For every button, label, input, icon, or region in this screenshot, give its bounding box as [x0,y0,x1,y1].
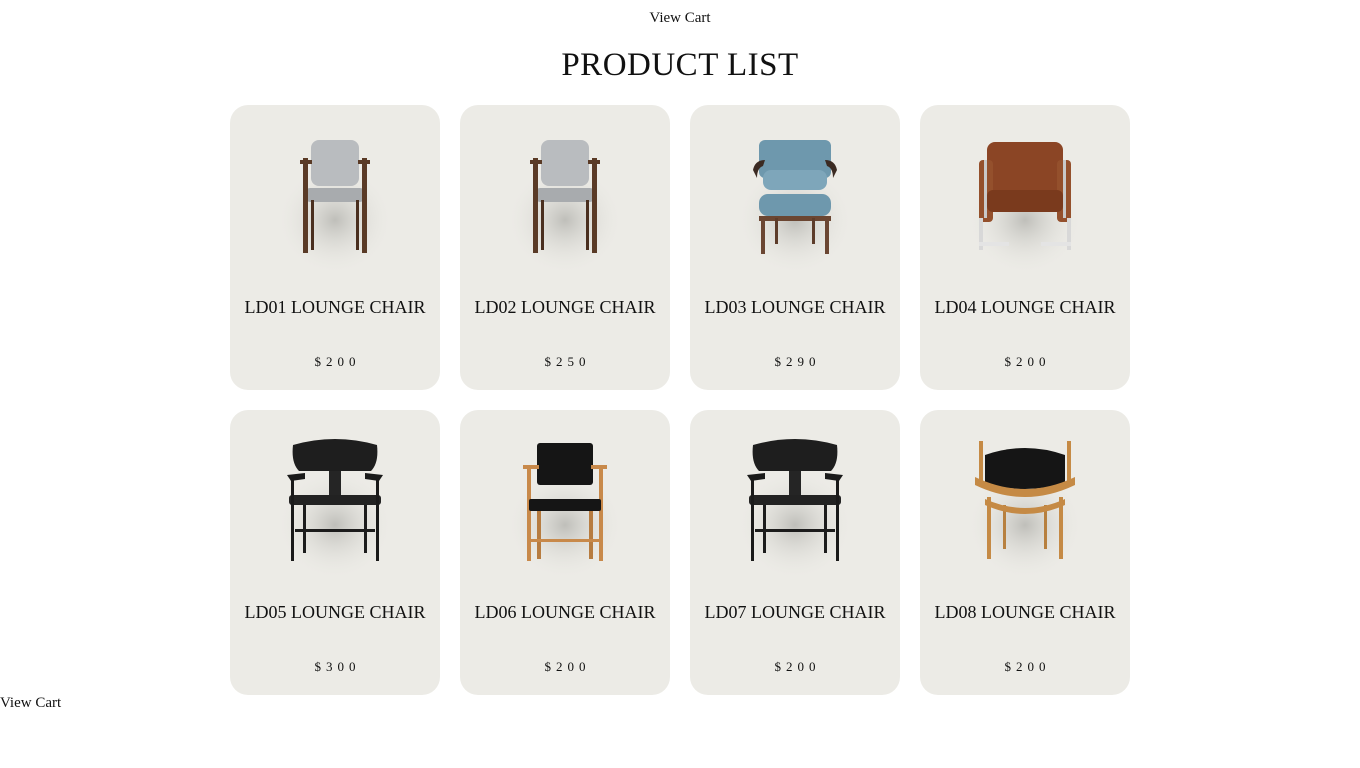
black-wood-chair-icon [275,435,395,575]
blue-lounge-chair-icon [735,130,855,270]
product-card[interactable]: LD07 LOUNGE CHAIR $200 [690,410,900,695]
black-wood-chair-icon [735,435,855,575]
product-price: $300 [314,659,361,674]
product-price: $200 [774,659,821,674]
product-name: LD08 LOUNGE CHAIR [934,602,1116,622]
product-card[interactable]: LD05 LOUNGE CHAIR $300 [230,410,440,695]
product-grid: LD01 LOUNGE CHAIR $200 LD02 LOUNGE CHAIR… [230,105,1130,695]
product-price: $200 [1004,354,1051,369]
product-name: LD06 LOUNGE CHAIR [474,602,656,622]
product-card[interactable]: LD01 LOUNGE CHAIR $200 [230,105,440,390]
product-price: $200 [1004,659,1051,674]
product-price: $290 [774,354,821,369]
page-title: PRODUCT LIST [561,47,799,83]
product-card[interactable]: LD04 LOUNGE CHAIR $200 [920,105,1130,390]
product-card[interactable]: LD06 LOUNGE CHAIR $200 [460,410,670,695]
view-cart-link-top[interactable]: View Cart [0,10,1360,27]
black-oak-chair-icon [505,435,625,575]
product-price: $200 [544,659,591,674]
upholstered-gray-chair-icon [275,130,395,270]
product-price: $250 [544,354,591,369]
product-name: LD07 LOUNGE CHAIR [704,602,886,622]
product-card[interactable]: LD02 LOUNGE CHAIR $250 [460,105,670,390]
product-name: LD01 LOUNGE CHAIR [244,297,426,317]
product-name: LD02 LOUNGE CHAIR [474,297,656,317]
product-name: LD04 LOUNGE CHAIR [934,297,1116,317]
oak-shell-chair-icon [965,435,1085,575]
product-card[interactable]: LD08 LOUNGE CHAIR $200 [920,410,1130,695]
product-name: LD03 LOUNGE CHAIR [704,297,886,317]
upholstered-gray-chair-icon [505,130,625,270]
brown-leather-chair-icon [965,130,1085,270]
product-card[interactable]: LD03 LOUNGE CHAIR $290 [690,105,900,390]
product-name: LD05 LOUNGE CHAIR [244,602,426,622]
view-cart-link-bottom[interactable]: View Cart [0,695,61,712]
product-price: $200 [314,354,361,369]
